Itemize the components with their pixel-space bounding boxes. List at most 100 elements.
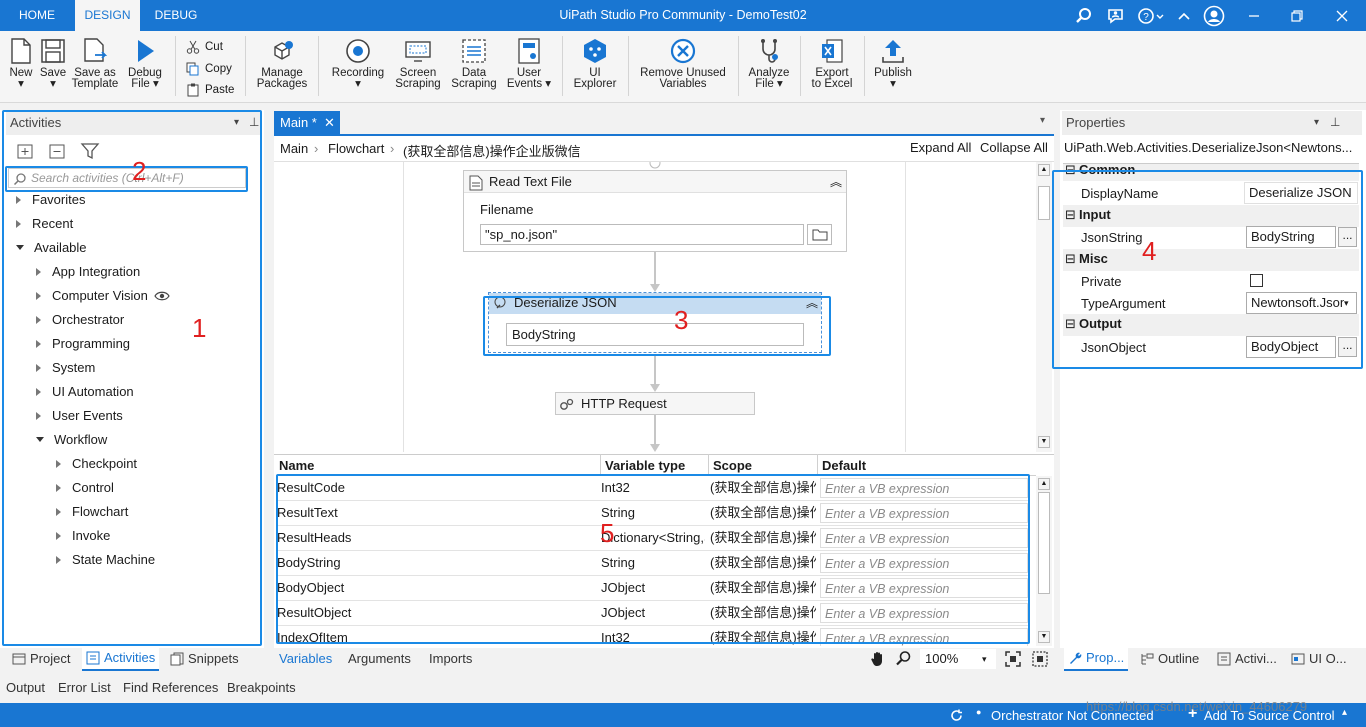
tree-system[interactable]: System: [36, 360, 95, 375]
collapse-all-link[interactable]: Collapse All: [980, 140, 1048, 155]
http-request-activity[interactable]: HTTP Request: [555, 392, 755, 415]
breadcrumb-sequence[interactable]: (获取全部信息)操作企业版微信: [403, 141, 581, 160]
export-to-excel-button[interactable]: Export to Excel: [806, 34, 858, 98]
tree-checkpoint[interactable]: Checkpoint: [56, 456, 137, 471]
help-icon[interactable]: ?: [1136, 6, 1166, 26]
filter-icon[interactable]: [80, 141, 100, 161]
table-row[interactable]: ResultCode Int32 (获取全部信息)操作企 Enter a VB …: [276, 476, 1030, 501]
user-events-button[interactable]: User Events ▾: [504, 34, 554, 98]
expand-all-link[interactable]: Expand All: [910, 140, 971, 155]
variables-scrollbar[interactable]: ▲ ▼: [1036, 476, 1052, 646]
new-button[interactable]: New ▾: [4, 34, 38, 98]
tab-output[interactable]: Output: [6, 677, 45, 699]
cut-button[interactable]: Cut: [186, 37, 223, 57]
dropdown-arrow-icon[interactable]: ▾: [234, 111, 239, 135]
category-input[interactable]: ⊟ Input: [1063, 205, 1359, 227]
refresh-icon[interactable]: [950, 709, 963, 722]
default-value-input[interactable]: Enter a VB expression: [820, 553, 1028, 573]
deserialize-json-activity[interactable]: Deserialize JSON ︽ BodyString: [488, 292, 822, 353]
property-typeargument[interactable]: TypeArgument Newtonsoft.Json ▾: [1063, 292, 1359, 314]
tab-error-list[interactable]: Error List: [58, 677, 111, 699]
tab-main[interactable]: Main * ✕: [274, 111, 340, 134]
canvas-scrollbar[interactable]: ▲ ▼: [1036, 162, 1052, 452]
tree-workflow[interactable]: Workflow: [36, 432, 107, 447]
tree-available[interactable]: Available: [16, 240, 87, 255]
default-value-input[interactable]: Enter a VB expression: [820, 503, 1028, 523]
default-value-input[interactable]: Enter a VB expression: [820, 628, 1028, 646]
table-row[interactable]: BodyObject JObject (获取全部信息)操作企 Enter a V…: [276, 576, 1030, 601]
paste-button[interactable]: Paste: [186, 80, 234, 100]
publish-button[interactable]: Publish ▾: [870, 34, 916, 98]
default-value-input[interactable]: Enter a VB expression: [820, 528, 1028, 548]
tree-state-machine[interactable]: State Machine: [56, 552, 155, 567]
save-button[interactable]: Save ▾: [38, 34, 68, 98]
property-jsonobject[interactable]: JsonObject BodyObject ...: [1063, 336, 1359, 358]
zoom-select[interactable]: 100% ▾: [920, 649, 996, 669]
save-as-template-button[interactable]: Save as Template: [70, 34, 120, 98]
collapse-all-icon[interactable]: [48, 142, 66, 160]
restore-icon[interactable]: [1287, 6, 1307, 26]
zoom-icon[interactable]: [895, 650, 912, 667]
tab-home[interactable]: HOME: [6, 0, 68, 31]
tab-list-dropdown-icon[interactable]: ▾: [1040, 115, 1045, 126]
pan-hand-icon[interactable]: [869, 650, 887, 668]
private-checkbox[interactable]: [1250, 274, 1263, 287]
screen-scraping-button[interactable]: Screen Scraping: [392, 34, 444, 98]
category-output[interactable]: ⊟ Output: [1063, 314, 1359, 336]
deserialize-input[interactable]: BodyString: [506, 323, 804, 346]
property-private[interactable]: Private: [1063, 271, 1359, 293]
pin-icon[interactable]: ⊥: [249, 110, 259, 134]
tab-design[interactable]: DESIGN: [75, 0, 140, 31]
read-text-file-activity[interactable]: Read Text File ︽ Filename "sp_no.json": [463, 170, 847, 252]
data-scraping-button[interactable]: Data Scraping: [448, 34, 500, 98]
fit-to-screen-icon[interactable]: [1005, 651, 1021, 667]
remove-unused-variables-button[interactable]: Remove Unused Variables: [636, 34, 730, 98]
tab-activities[interactable]: Activities: [82, 647, 160, 671]
tab-snippets[interactable]: Snippets: [170, 648, 239, 670]
collapse-activity-icon[interactable]: ︽: [806, 294, 818, 311]
tab-project[interactable]: Project: [12, 648, 70, 670]
tree-orchestrator[interactable]: Orchestrator: [36, 312, 124, 327]
browse-folder-button[interactable]: [807, 224, 832, 245]
manage-packages-button[interactable]: Manage Packages: [254, 34, 310, 98]
tab-activities-right[interactable]: Activi...: [1217, 648, 1277, 670]
expand-all-icon[interactable]: [16, 142, 34, 160]
close-icon[interactable]: [1332, 6, 1352, 26]
tree-ui-automation[interactable]: UI Automation: [36, 384, 134, 399]
default-value-input[interactable]: Enter a VB expression: [820, 603, 1028, 623]
tab-debug[interactable]: DEBUG: [146, 0, 206, 31]
breadcrumb-flowchart[interactable]: Flowchart: [328, 141, 384, 156]
tab-properties[interactable]: Prop...: [1064, 647, 1129, 671]
category-common[interactable]: ⊟ Common: [1063, 164, 1359, 181]
category-misc[interactable]: ⊟ Misc: [1063, 249, 1359, 271]
ui-explorer-button[interactable]: UI Explorer: [570, 34, 620, 98]
property-displayname[interactable]: DisplayName Deserialize JSON: [1063, 182, 1359, 204]
property-jsonstring[interactable]: JsonString BodyString ...: [1063, 226, 1359, 248]
tree-flowchart[interactable]: Flowchart: [56, 504, 128, 519]
tree-control[interactable]: Control: [56, 480, 114, 495]
jsonobject-input[interactable]: BodyObject: [1246, 336, 1336, 358]
close-tab-icon[interactable]: ✕: [324, 111, 335, 134]
feedback-icon[interactable]: [1106, 6, 1126, 26]
filename-input[interactable]: "sp_no.json": [480, 224, 804, 245]
tab-imports[interactable]: Imports: [429, 648, 472, 670]
analyze-file-button[interactable]: Analyze File ▾: [744, 34, 794, 98]
typeargument-select[interactable]: Newtonsoft.Json ▾: [1246, 292, 1357, 314]
tab-find-references[interactable]: Find References: [123, 677, 218, 699]
jsonobject-ellipsis-button[interactable]: ...: [1338, 337, 1357, 357]
chevron-up-icon[interactable]: [1174, 6, 1194, 26]
table-row[interactable]: ResultText String (获取全部信息)操作企 Enter a VB…: [276, 501, 1030, 526]
collapse-activity-icon[interactable]: ︽: [830, 173, 842, 190]
jsonstring-ellipsis-button[interactable]: ...: [1338, 227, 1357, 247]
tree-recent[interactable]: Recent: [16, 216, 73, 231]
table-row[interactable]: ResultObject JObject (获取全部信息)操作企 Enter a…: [276, 601, 1030, 626]
tree-computer-vision[interactable]: Computer Vision: [36, 288, 170, 303]
table-row[interactable]: IndexOfItem Int32 (获取全部信息)操作企 Enter a VB…: [276, 626, 1030, 646]
recording-button[interactable]: Recording ▾: [328, 34, 388, 98]
table-row[interactable]: BodyString String (获取全部信息)操作企 Enter a VB…: [276, 551, 1030, 576]
tab-outline[interactable]: Outline: [1140, 648, 1199, 670]
default-value-input[interactable]: Enter a VB expression: [820, 578, 1028, 598]
search-activities-input[interactable]: Search activities (Ctrl+Alt+F): [8, 168, 246, 188]
tab-ui-objects[interactable]: UI O...: [1291, 648, 1347, 670]
dropdown-arrow-icon[interactable]: ▾: [1314, 111, 1319, 135]
